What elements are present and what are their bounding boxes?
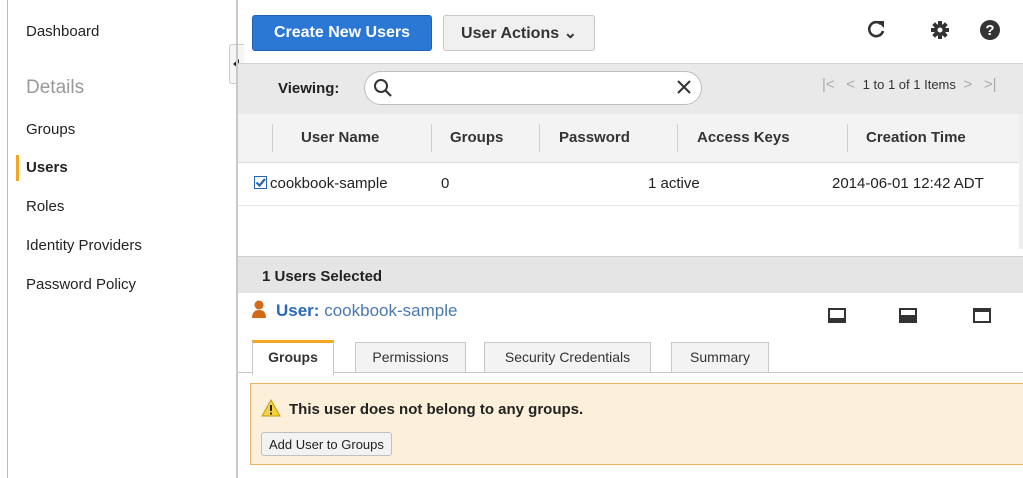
user-heading: User: cookbook-sample xyxy=(252,300,457,321)
search-input[interactable] xyxy=(364,71,702,105)
sidebar-item-roles[interactable]: Roles xyxy=(26,198,64,215)
add-user-to-groups-button[interactable]: Add User to Groups xyxy=(261,432,392,456)
last-page-icon[interactable]: >| xyxy=(984,76,997,93)
panel-half-icon[interactable] xyxy=(899,308,917,323)
column-header-access-keys[interactable]: Access Keys xyxy=(697,129,790,146)
column-header-creation-time[interactable]: Creation Time xyxy=(866,129,966,146)
row-checkbox[interactable] xyxy=(254,176,267,189)
warning-icon xyxy=(261,399,281,417)
alert-message: This user does not belong to any groups. xyxy=(289,401,584,418)
pagination: |< < 1 to 1 of 1 Items > >| xyxy=(818,76,1001,93)
user-actions-button[interactable]: User Actions ⌄ xyxy=(443,15,595,51)
column-separator xyxy=(431,124,432,152)
user-name: cookbook-sample xyxy=(324,301,458,320)
sidebar-item-identity-providers[interactable]: Identity Providers xyxy=(26,237,142,254)
column-header-groups[interactable]: Groups xyxy=(450,129,503,146)
pager-text: 1 to 1 of 1 Items xyxy=(862,77,956,92)
clear-search-icon[interactable] xyxy=(675,78,693,96)
user-label: User: xyxy=(276,301,320,320)
svg-text:?: ? xyxy=(985,22,994,39)
sidebar: Dashboard Details Groups Users Roles Ide… xyxy=(8,0,244,478)
table-scrollbar[interactable] xyxy=(1019,114,1023,249)
gear-icon[interactable] xyxy=(928,18,952,42)
sidebar-item-password-policy[interactable]: Password Policy xyxy=(26,276,136,293)
column-header-user-name[interactable]: User Name xyxy=(301,129,379,146)
panel-collapse-icon[interactable] xyxy=(828,308,846,323)
filter-bar: Viewing: |< < 1 to 1 of 1 Items > >| xyxy=(238,63,1023,114)
tab-security-credentials[interactable]: Security Credentials xyxy=(484,342,651,372)
sidebar-item-groups[interactable]: Groups xyxy=(26,121,75,138)
table-header: User Name Groups Password Access Keys Cr… xyxy=(238,114,1023,163)
previous-page-icon[interactable]: < xyxy=(846,76,855,93)
search-icon xyxy=(374,79,392,97)
selection-summary-bar: 1 Users Selected xyxy=(238,256,1023,293)
column-separator xyxy=(847,124,848,152)
cell-creation-time: 2014-06-01 12:42 ADT xyxy=(832,175,984,192)
sidebar-item-users[interactable]: Users xyxy=(26,159,68,176)
refresh-icon[interactable] xyxy=(864,18,888,42)
help-icon[interactable]: ? xyxy=(978,18,1002,42)
column-separator xyxy=(272,124,273,152)
column-separator xyxy=(677,124,678,152)
create-new-users-button[interactable]: Create New Users xyxy=(252,15,432,51)
selection-count-text: 1 Users Selected xyxy=(262,268,383,285)
column-separator xyxy=(539,124,540,152)
first-page-icon[interactable]: |< xyxy=(822,76,835,93)
info-alert: This user does not belong to any groups.… xyxy=(250,383,1023,465)
sidebar-active-marker xyxy=(16,155,19,181)
panel-expand-icon[interactable] xyxy=(973,308,991,323)
tab-permissions[interactable]: Permissions xyxy=(355,342,466,372)
sidebar-item-dashboard[interactable]: Dashboard xyxy=(26,23,99,40)
main-content: Create New Users User Actions ⌄ ? Viewin… xyxy=(236,0,1023,478)
column-header-password[interactable]: Password xyxy=(559,129,630,146)
sidebar-section-heading: Details xyxy=(26,77,85,98)
tab-summary[interactable]: Summary xyxy=(671,342,769,372)
user-icon xyxy=(252,300,266,318)
next-page-icon[interactable]: > xyxy=(964,76,973,93)
cell-user-name: cookbook-sample xyxy=(270,175,388,192)
tabs-divider xyxy=(238,372,1023,373)
table-row[interactable]: cookbook-sample 0 1 active 2014-06-01 12… xyxy=(238,163,1023,206)
cell-access-keys: 1 active xyxy=(648,175,700,192)
tab-groups[interactable]: Groups xyxy=(252,340,334,375)
viewing-label: Viewing: xyxy=(278,80,340,97)
cell-groups: 0 xyxy=(441,175,450,192)
